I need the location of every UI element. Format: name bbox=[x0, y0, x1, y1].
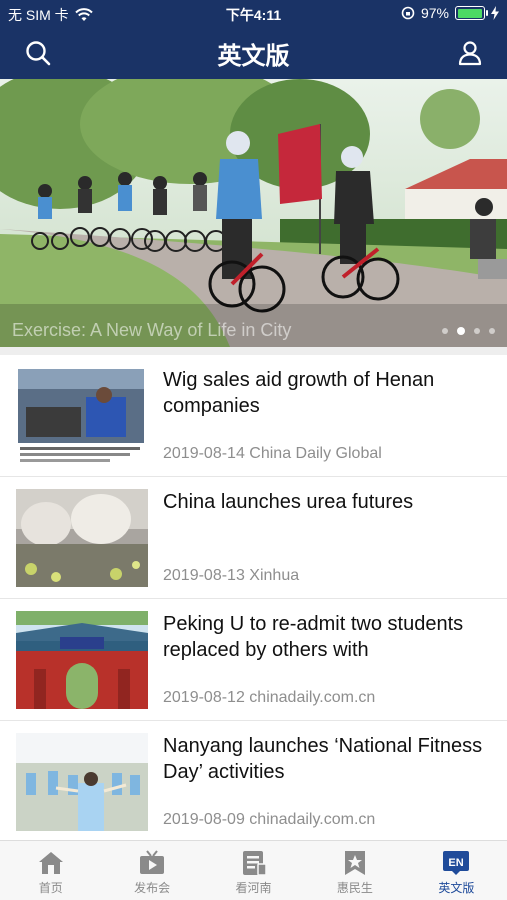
status-bar: 无 SIM 卡 下午4:11 97% bbox=[0, 0, 507, 28]
en-icon: EN bbox=[443, 851, 470, 875]
top-bar: 无 SIM 卡 下午4:11 97% 英文版 bbox=[0, 0, 507, 79]
tab-home[interactable]: 首页 bbox=[0, 841, 101, 900]
charging-icon bbox=[491, 6, 499, 20]
hero-image bbox=[0, 79, 507, 347]
star-bookmark-icon bbox=[344, 851, 365, 875]
tab-english[interactable]: EN 英文版 bbox=[406, 841, 507, 900]
article-list: Wig sales aid growth of Henan companies … bbox=[0, 355, 507, 843]
carousel-dot-active[interactable] bbox=[457, 327, 465, 335]
article-thumbnail bbox=[16, 611, 148, 709]
article-source: chinadaily.com.cn bbox=[249, 811, 376, 828]
tab-henan[interactable]: 看河南 bbox=[203, 841, 304, 900]
user-profile-icon[interactable] bbox=[457, 40, 483, 66]
carousel-indicator[interactable] bbox=[442, 327, 495, 335]
article-thumbnail bbox=[16, 367, 148, 465]
battery-fill bbox=[457, 8, 482, 18]
article-meta: 2019-08-14 China Daily Global bbox=[163, 445, 382, 463]
tab-press-conference[interactable]: 发布会 bbox=[101, 841, 202, 900]
article-meta: 2019-08-09 chinadaily.com.cn bbox=[163, 811, 375, 829]
battery-icon bbox=[455, 6, 488, 20]
tab-label: 发布会 bbox=[134, 881, 171, 895]
article-source: China Daily Global bbox=[249, 445, 382, 462]
article-item[interactable]: Wig sales aid growth of Henan companies … bbox=[0, 355, 507, 477]
article-date: 2019-08-14 bbox=[163, 445, 245, 462]
home-icon bbox=[38, 852, 63, 874]
bottom-tab-bar: 首页 发布会 看河南 惠民生 EN 英文版 bbox=[0, 840, 507, 900]
article-title: Wig sales aid growth of Henan companies bbox=[163, 369, 435, 417]
nav-bar: 英文版 bbox=[0, 28, 507, 79]
article-date: 2019-08-13 bbox=[163, 567, 245, 584]
tv-icon bbox=[140, 850, 165, 874]
carousel-dot[interactable] bbox=[474, 328, 480, 334]
tab-label: 英文版 bbox=[438, 881, 475, 895]
article-item[interactable]: Peking U to re-admit two students replac… bbox=[0, 599, 507, 721]
carousel-dot[interactable] bbox=[489, 328, 495, 334]
article-source: chinadaily.com.cn bbox=[249, 689, 376, 706]
page-title: 英文版 bbox=[217, 42, 290, 70]
tab-label: 惠民生 bbox=[336, 881, 373, 895]
hero-caption: Exercise: A New Way of Life in City bbox=[12, 320, 292, 340]
article-title: China launches urea futures bbox=[163, 491, 414, 513]
tab-label: 首页 bbox=[38, 881, 63, 895]
article-item[interactable]: China launches urea futures 2019-08-13 X… bbox=[0, 477, 507, 599]
article-title: Nanyang launches ‘National Fitness Day’ … bbox=[163, 735, 483, 783]
article-date: 2019-08-09 bbox=[163, 811, 245, 828]
article-meta: 2019-08-12 chinadaily.com.cn bbox=[163, 689, 375, 707]
article-thumbnail bbox=[16, 733, 148, 831]
tab-livelihood[interactable]: 惠民生 bbox=[304, 841, 405, 900]
hero-carousel[interactable]: Exercise: A New Way of Life in City bbox=[0, 79, 507, 347]
battery-percent: 97% bbox=[420, 5, 449, 21]
tab-label: 看河南 bbox=[235, 881, 272, 895]
article-item[interactable]: Nanyang launches ‘National Fitness Day’ … bbox=[0, 721, 507, 843]
document-icon bbox=[242, 851, 267, 876]
section-divider bbox=[0, 347, 507, 355]
article-date: 2019-08-12 bbox=[163, 689, 245, 706]
article-thumbnail bbox=[16, 489, 148, 587]
carousel-dot[interactable] bbox=[442, 328, 448, 334]
article-meta: 2019-08-13 Xinhua bbox=[163, 567, 299, 585]
article-title: Peking U to re-admit two students replac… bbox=[163, 613, 464, 661]
article-source: Xinhua bbox=[249, 567, 300, 584]
en-badge-text: EN bbox=[449, 857, 464, 869]
rotation-lock-icon bbox=[401, 6, 415, 20]
